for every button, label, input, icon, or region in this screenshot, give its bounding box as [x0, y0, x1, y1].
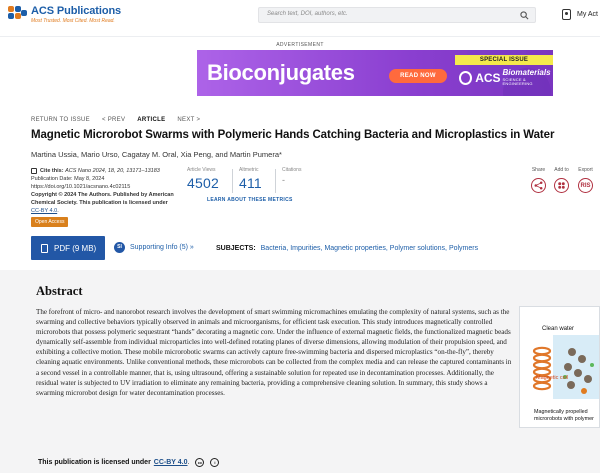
ad-brand-acs: ACS	[475, 70, 501, 85]
ad-banner[interactable]: Bioconjugates READ NOW SPECIAL ISSUE ACS…	[197, 50, 553, 96]
ad-brand-sub: SCIENCE & ENGINEERING	[502, 77, 533, 86]
metric-citations-value: -	[282, 175, 286, 185]
supporting-info-icon: SI	[114, 242, 125, 253]
creative-commons-icon: cc	[195, 458, 205, 467]
license-statement-text: This publication is licensed under	[38, 459, 151, 466]
my-account-link[interactable]: My Act	[562, 9, 598, 20]
search-placeholder: Search text, DOI, authors, etc.	[267, 11, 348, 17]
copyright-text: Copyright © 2024 The Authors. Published …	[31, 192, 174, 206]
current-article-label: ARTICLE	[137, 117, 166, 123]
license-statement: This publication is licensed under CC-BY…	[38, 458, 220, 467]
export-ris-button[interactable]: RIS	[578, 178, 593, 193]
pdf-button-label: PDF (9 MB)	[54, 243, 97, 253]
logo-title: ACS Publications	[31, 5, 122, 17]
cite-label: Cite this:	[40, 168, 64, 174]
metric-divider	[275, 169, 276, 193]
search-icon[interactable]	[520, 11, 529, 20]
cite-icon[interactable]	[31, 168, 37, 174]
ad-title: Bioconjugates	[207, 60, 355, 85]
metric-citations: Citations -	[282, 167, 301, 185]
header-divider	[0, 36, 600, 37]
logo-tagline: Most Trusted. Most Cited. Most Read.	[31, 18, 115, 24]
site-header: ACS Publications Most Trusted. Most Cite…	[0, 0, 600, 34]
advertisement-label: ADVERTISEMENT	[276, 42, 324, 48]
add-to-control: Add to	[554, 167, 569, 193]
open-access-badge: Open Access	[31, 217, 69, 227]
pdf-icon	[41, 243, 48, 253]
subjects-links[interactable]: Bacteria, Impurities, Magnetic propertie…	[261, 245, 478, 252]
learn-about-metrics-link[interactable]: LEARN ABOUT THESE METRICS	[207, 197, 293, 203]
search-input[interactable]: Search text, DOI, authors, etc.	[258, 7, 536, 23]
acs-logo-icon	[8, 6, 27, 25]
publication-date: Publication Date: May 8, 2024	[31, 176, 105, 182]
account-label: My Act	[577, 11, 599, 18]
author-list[interactable]: Martina Ussia, Mario Urso, Cagatay M. Or…	[31, 150, 282, 159]
acs-brand-icon	[459, 70, 473, 85]
supporting-info-link[interactable]: SI Supporting Info (5) »	[114, 242, 194, 253]
share-control: Share	[531, 167, 546, 193]
metric-citations-label: Citations	[282, 167, 302, 173]
cite-value: ACS Nano 2024, 18, 20, 13171–13183	[65, 168, 160, 174]
share-button[interactable]	[531, 178, 546, 193]
share-icon	[534, 181, 543, 190]
metric-views-value: 4502	[187, 175, 219, 191]
add-to-library-icon	[558, 182, 565, 189]
article-metrics: Article Views 4502 Altmetric 411 Citatio…	[187, 167, 363, 207]
metric-divider	[232, 169, 233, 193]
ad-read-now-button[interactable]: READ NOW	[389, 69, 447, 83]
metric-altmetric-value: 411	[239, 175, 262, 191]
metric-altmetric[interactable]: Altmetric 411	[239, 167, 262, 191]
article-metadata: Cite this: ACS Nano 2024, 18, 20, 13171–…	[31, 167, 181, 227]
doi-link[interactable]: https://doi.org/10.1021/acsnano.4c02115	[31, 183, 181, 191]
export-control: Export RIS	[578, 167, 593, 193]
attribution-icon: i	[210, 458, 220, 467]
return-to-issue-link[interactable]: RETURN TO ISSUE	[31, 117, 90, 123]
ad-brand-journal: Biomaterials	[502, 68, 551, 77]
license-link[interactable]: CC-BY 4.0	[31, 208, 57, 214]
add-to-button[interactable]	[554, 178, 569, 193]
subjects-list: SUBJECTS: Bacteria, Impurities, Magnetic…	[216, 245, 478, 252]
abstract-heading: Abstract	[36, 284, 83, 298]
abstract-text: The forefront of micro- and nanorobot re…	[36, 308, 512, 397]
article-title: Magnetic Microrobot Swarms with Polymeri…	[31, 129, 555, 141]
pdf-download-button[interactable]: PDF (9 MB)	[31, 236, 105, 260]
supporting-info-label: Supporting Info (5) »	[130, 244, 194, 251]
metric-views-label: Article Views	[187, 167, 216, 173]
figure-label-clean-water: Clean water	[542, 326, 575, 332]
acs-logo[interactable]: ACS Publications Most Trusted. Most Cite…	[8, 6, 121, 25]
add-to-label: Add to	[554, 167, 569, 173]
ad-journal-brand: ACS Biomaterials SCIENCE & ENGINEERING	[459, 69, 553, 86]
metric-altmetric-label: Altmetric	[239, 167, 259, 173]
share-label: Share	[531, 167, 546, 173]
toc-graphic[interactable]: Clean water Magnetic coil Magnetically p…	[519, 306, 600, 428]
figure-label-coil: Magnetic coil	[536, 375, 569, 381]
account-icon	[562, 9, 571, 20]
export-label: Export	[578, 167, 593, 173]
license-statement-suffix: .	[187, 459, 190, 466]
subjects-label: SUBJECTS:	[216, 245, 256, 252]
figure-label-microrobots: Magnetically propelled microrobots with …	[534, 409, 594, 422]
license-statement-link[interactable]: CC-BY 4.0	[154, 459, 188, 466]
metric-article-views: Article Views 4502	[187, 167, 219, 191]
ad-special-issue-badge: SPECIAL ISSUE	[455, 55, 553, 65]
article-nav: RETURN TO ISSUE < PREV ARTICLE NEXT >	[31, 117, 212, 123]
next-article-link[interactable]: NEXT >	[177, 117, 200, 123]
prev-article-link[interactable]: < PREV	[102, 117, 125, 123]
